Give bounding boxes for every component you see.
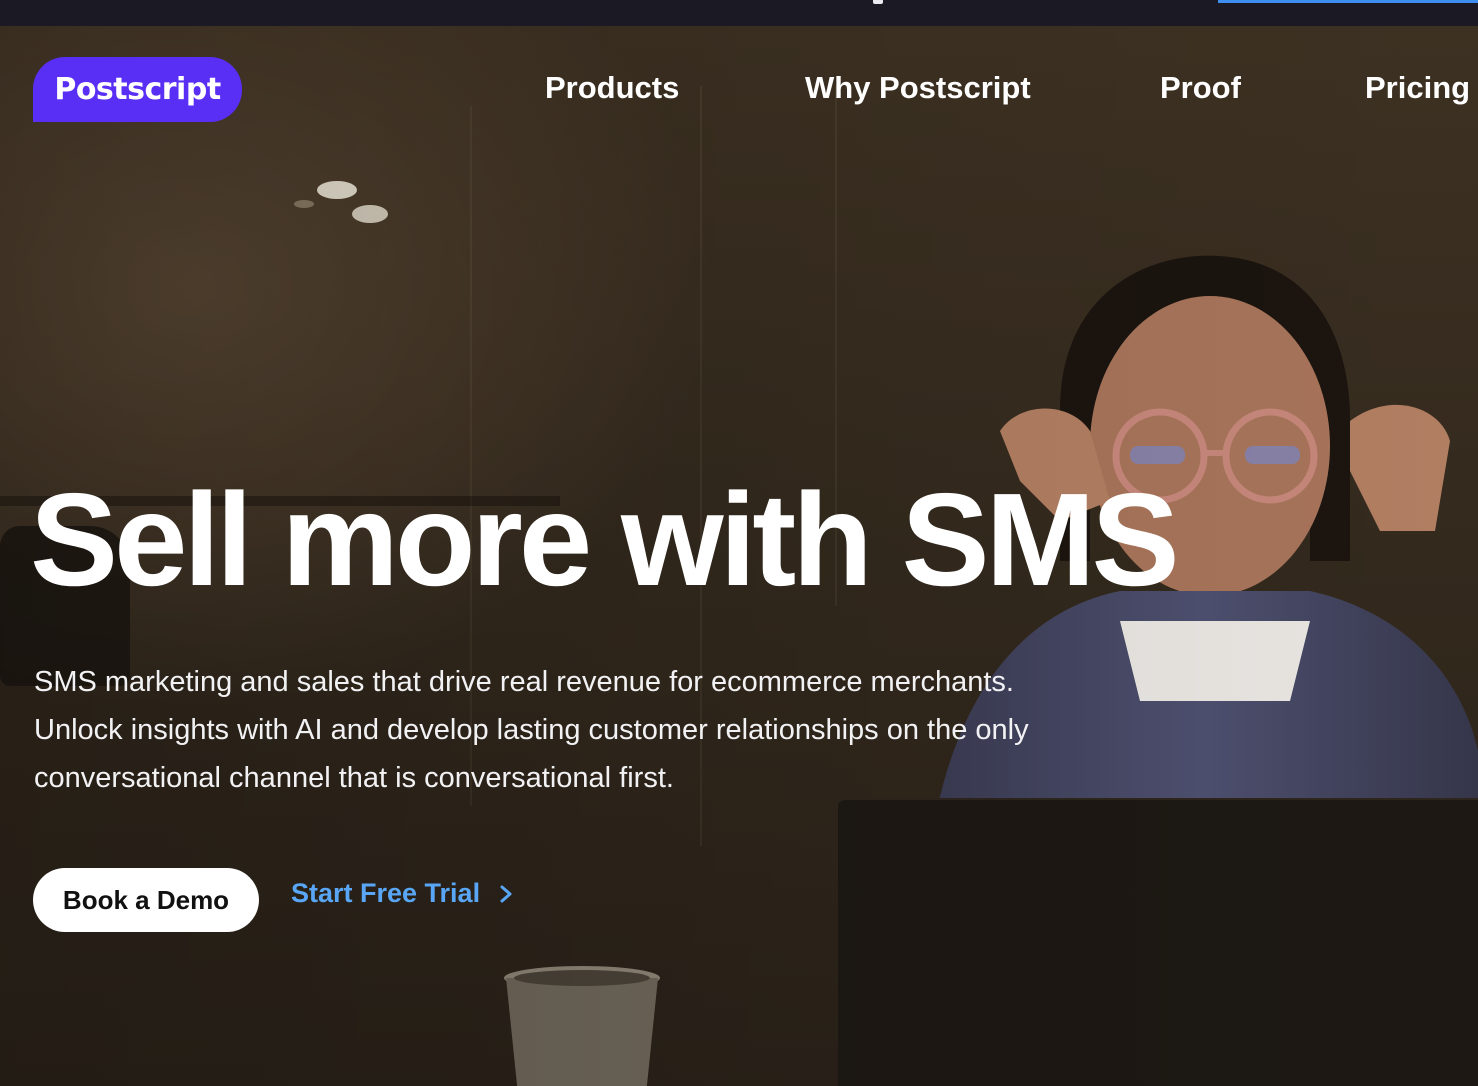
book-demo-button[interactable]: Book a Demo [33, 868, 259, 932]
nav-link-proof[interactable]: Proof [1160, 70, 1241, 106]
nav-link-products[interactable]: Products [545, 70, 679, 106]
start-free-trial-link[interactable]: Start Free Trial [291, 878, 514, 909]
browser-top-strip [0, 0, 1478, 26]
postscript-logo[interactable]: Postscript [33, 57, 242, 122]
hero-headline: Sell more with SMS [30, 466, 1180, 613]
hero-subtext-line: SMS marketing and sales that drive real … [34, 666, 1014, 698]
hero-subtext-line: Unlock insights with AI and develop last… [34, 714, 1029, 746]
hero-section: Postscript Products Why Postscript Proof… [0, 26, 1478, 1086]
chevron-right-icon [500, 885, 512, 902]
hero-subtext-line: conversational channel that is conversat… [34, 762, 674, 794]
hero-subtext: SMS marketing and sales that drive real … [34, 658, 1234, 802]
nav-link-why-postscript[interactable]: Why Postscript [805, 70, 1031, 106]
clipped-text-glyph [873, 0, 883, 4]
start-free-trial-label: Start Free Trial [291, 878, 481, 908]
book-demo-label: Book a Demo [62, 884, 230, 915]
nav-link-pricing[interactable]: Pricing [1365, 70, 1470, 106]
top-accent-bar [1218, 0, 1478, 3]
logo-text: Postscript [54, 72, 221, 107]
